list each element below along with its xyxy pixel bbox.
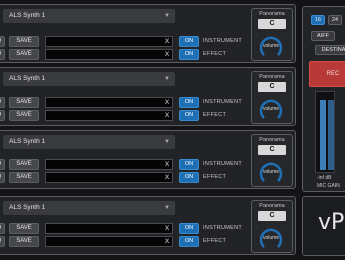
synth-select[interactable]: ALS Synth 1 ▼ [3,72,175,86]
track-panel: ALS Synth 1 ▼ D SAVE D SAVE X X ON INSTR… [0,67,296,126]
effect-field[interactable] [45,110,173,121]
level-meter-left [320,100,326,170]
volume-label: volume [262,235,280,241]
effect-field[interactable] [45,172,173,183]
volume-knob[interactable]: volume [258,160,284,186]
synth-select-value: ALS Synth 1 [9,138,46,145]
effect-on-toggle[interactable]: ON [179,110,199,121]
panorama-label: Panorama [259,74,285,80]
synth-select-value: ALS Synth 1 [9,12,46,19]
chevron-down-icon: ▼ [164,13,170,19]
chevron-down-icon: ▼ [164,139,170,145]
format-button[interactable]: AIFF [311,31,335,41]
clear-instrument-button[interactable]: X [161,223,173,234]
instrument-on-toggle[interactable]: ON [179,223,199,234]
panorama-value[interactable]: C [258,82,286,92]
instrument-on-toggle[interactable]: ON [179,36,199,47]
effect-on-toggle[interactable]: ON [179,236,199,247]
clear-effect-button[interactable]: X [161,236,173,247]
clear-instrument-button[interactable]: X [161,159,173,170]
panorama-box: Panorama C volume [251,134,293,187]
synth-select[interactable]: ALS Synth 1 ▼ [3,9,175,23]
save-button[interactable]: SAVE [9,172,39,183]
save-button[interactable]: SAVE [9,236,39,247]
clear-instrument-button[interactable]: X [161,36,173,47]
save-button[interactable]: SAVE [9,49,39,60]
synth-select-value: ALS Synth 1 [9,204,46,211]
instrument-on-toggle[interactable]: ON [179,97,199,108]
clear-effect-button[interactable]: X [161,49,173,60]
instrument-field[interactable] [45,97,173,108]
brand-logo: vP [318,210,345,235]
instrument-field[interactable] [45,159,173,170]
effect-on-toggle[interactable]: ON [179,49,199,60]
track-panel: ALS Synth 1 ▼ D SAVE D SAVE X X ON INSTR… [0,4,296,63]
save-button[interactable]: SAVE [9,36,39,47]
recorder-panel: 16 24 AIFF DESTINAT REC -inf dB MIC GAIN [302,6,345,192]
synth-select[interactable]: ALS Synth 1 ▼ [3,201,175,215]
panorama-value[interactable]: C [258,145,286,155]
chevron-down-icon: ▼ [164,76,170,82]
save-button[interactable]: SAVE [9,110,39,121]
load-button[interactable]: D [0,36,5,47]
load-button[interactable]: D [0,97,5,108]
level-meter [315,91,335,173]
instrument-field[interactable] [45,36,173,47]
load-button[interactable]: D [0,236,5,247]
clear-effect-button[interactable]: X [161,172,173,183]
volume-label: volume [262,106,280,112]
level-meter-right [328,100,334,170]
save-button[interactable]: SAVE [9,223,39,234]
panorama-value[interactable]: C [258,19,286,29]
panorama-box: Panorama C volume [251,8,293,61]
load-button[interactable]: D [0,223,5,234]
load-button[interactable]: D [0,49,5,60]
mic-gain-label: MIC GAIN [317,183,340,189]
instrument-label: INSTRUMENT [203,99,243,105]
synth-select-value: ALS Synth 1 [9,75,46,82]
effect-label: EFFECT [203,112,227,118]
effect-field[interactable] [45,49,173,60]
bit24-button[interactable]: 24 [328,15,342,25]
chevron-down-icon: ▼ [164,205,170,211]
volume-label: volume [262,43,280,49]
save-button[interactable]: SAVE [9,97,39,108]
panorama-box: Panorama C volume [251,200,293,253]
load-button[interactable]: D [0,172,5,183]
effect-label: EFFECT [203,238,227,244]
panorama-label: Panorama [259,11,285,17]
panorama-label: Panorama [259,203,285,209]
volume-label: volume [262,169,280,175]
clear-instrument-button[interactable]: X [161,97,173,108]
effect-label: EFFECT [203,51,227,57]
load-button[interactable]: D [0,110,5,121]
volume-knob[interactable]: volume [258,226,284,252]
load-button[interactable]: D [0,159,5,170]
effect-label: EFFECT [203,174,227,180]
panorama-value[interactable]: C [258,211,286,221]
panorama-label: Panorama [259,137,285,143]
track-panel: ALS Synth 1 ▼ D SAVE D SAVE X X ON INSTR… [0,130,296,189]
volume-knob[interactable]: volume [258,34,284,60]
clear-effect-button[interactable]: X [161,110,173,121]
instrument-field[interactable] [45,223,173,234]
instrument-label: INSTRUMENT [203,225,243,231]
db-readout: -inf dB [317,175,332,181]
bit16-button[interactable]: 16 [311,15,325,25]
rec-button[interactable]: REC [309,61,345,87]
destination-button[interactable]: DESTINAT [315,45,345,55]
instrument-on-toggle[interactable]: ON [179,159,199,170]
synth-select[interactable]: ALS Synth 1 ▼ [3,135,175,149]
track-panel: ALS Synth 1 ▼ D SAVE D SAVE X X ON INSTR… [0,196,296,255]
instrument-label: INSTRUMENT [203,161,243,167]
save-button[interactable]: SAVE [9,159,39,170]
instrument-label: INSTRUMENT [203,38,243,44]
effect-field[interactable] [45,236,173,247]
panorama-box: Panorama C volume [251,71,293,124]
effect-on-toggle[interactable]: ON [179,172,199,183]
volume-knob[interactable]: volume [258,97,284,123]
